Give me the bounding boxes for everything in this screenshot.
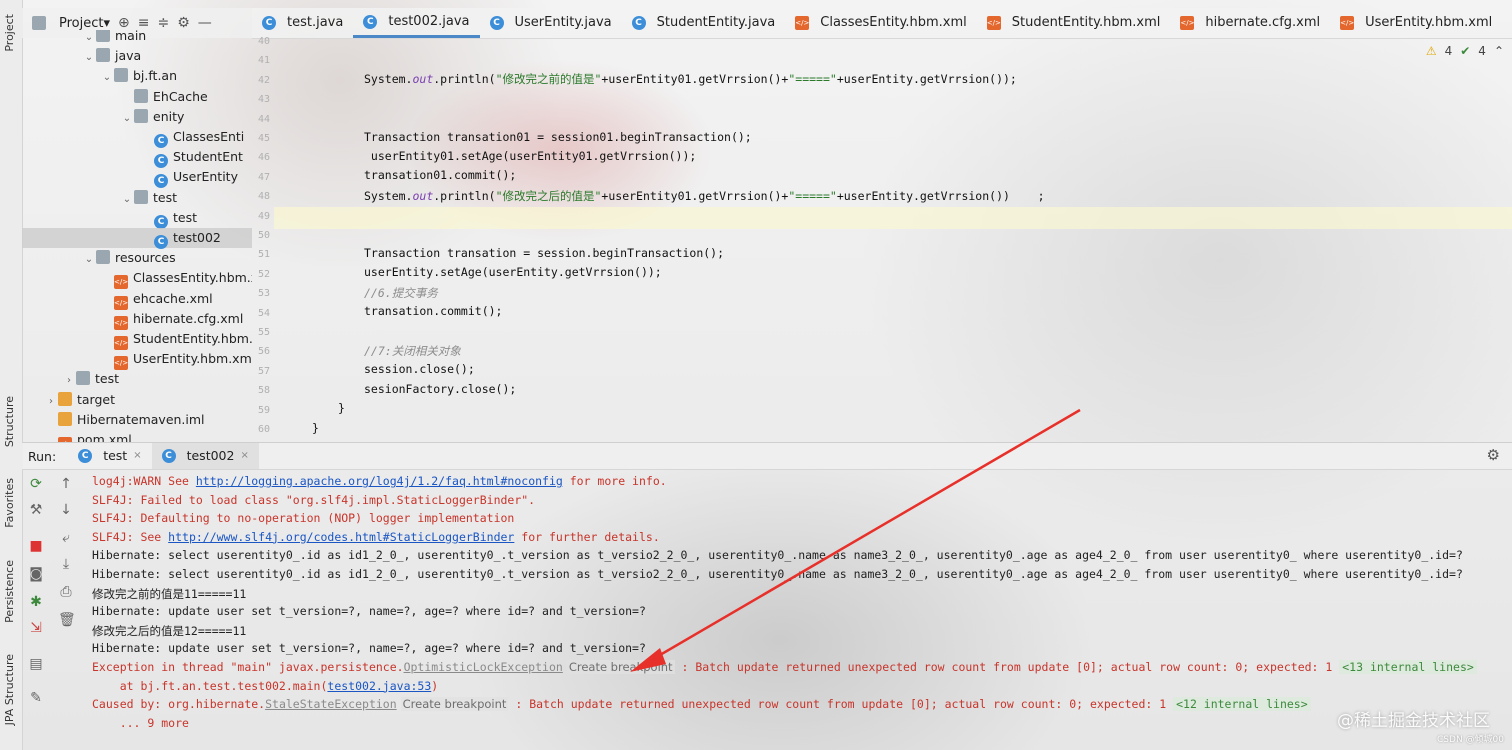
red-annotation-arrow [630,408,1081,672]
watermark-small: CSDN @倾城00 [1437,735,1504,745]
watermark: @稀土掘金技术社区 [1337,711,1490,731]
